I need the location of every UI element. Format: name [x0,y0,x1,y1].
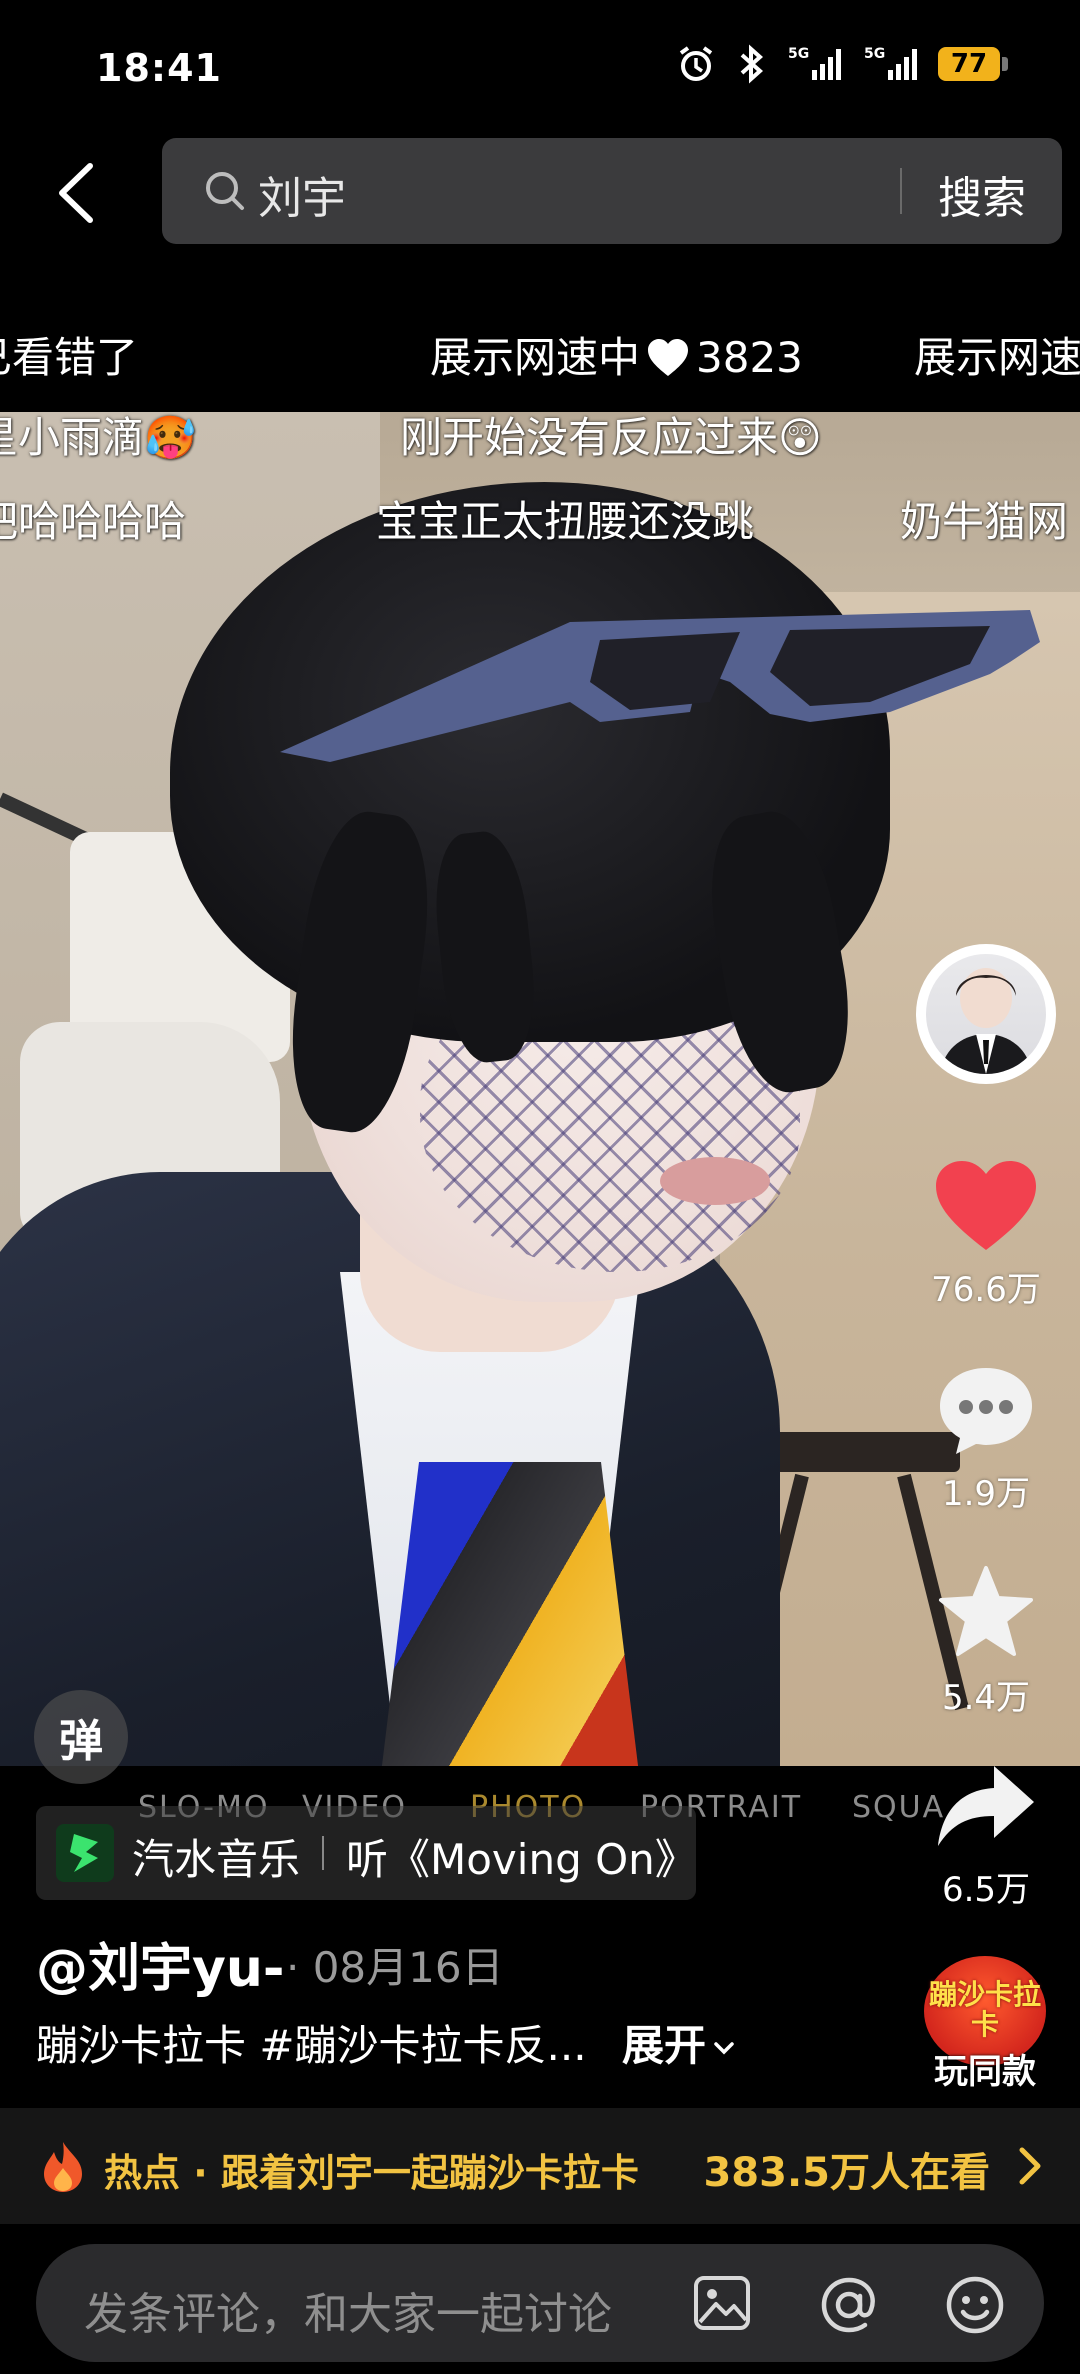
search-icon [206,172,244,210]
author-avatar[interactable] [916,944,1056,1084]
avatar-portrait [940,968,1032,1074]
video-person-tie [380,1462,640,1766]
chevron-right-icon [1019,2147,1041,2185]
flame-icon [44,2142,82,2192]
comment-bubble-icon [940,1368,1032,1454]
comment-bar[interactable]: 发条评论，和大家一起讨论 [36,2244,1044,2362]
comment-count: 1.9万 [941,1474,1031,1514]
like-count: 76.6万 [931,1270,1041,1310]
danmaku-layer: 星小雨滴🥵 刚开始没有反应过来😲 吧哈哈哈哈 宝宝正太扭腰还没跳 奶牛猫网 [0,412,1080,572]
author-name[interactable]: @刘宇yu- [36,1926,285,2001]
danmaku-comment: 刚开始没有反应过来😲 [400,413,822,462]
video-person-lips [660,1157,770,1205]
danmaku-comment-text: 展示网速中 [430,333,641,382]
status-bar: 18:41 5G 5G 77 [0,0,1080,130]
share-button[interactable]: 6.5万 [916,1762,1056,1911]
share-count: 6.5万 [941,1870,1031,1910]
danmaku-comment: 展示网速中 3823 [430,324,803,385]
expand-caption-button[interactable]: 展开 [622,2012,738,2073]
danmaku-comment: 展示网速 [914,333,1080,382]
back-button[interactable] [50,158,106,228]
image-icon[interactable] [692,2274,752,2332]
hot-viewer-count: 383.5万人在看 [703,2150,990,2196]
heart-icon [936,1161,1036,1250]
video-player[interactable]: 星小雨滴🥵 刚开始没有反应过来😲 吧哈哈哈哈 宝宝正太扭腰还没跳 奶牛猫网 [0,412,1080,1766]
danmaku-top-row: 已看错了 展示网速中 3823 展示网速 [0,312,1080,392]
danmaku-toggle-button[interactable]: 弹 [34,1690,128,1784]
search-divider [900,168,902,214]
danmaku-comment: 星小雨滴🥵 [0,413,197,462]
star-icon [939,1566,1033,1656]
music-song-title: 听《Moving On》 [346,1835,697,1884]
share-arrow-icon [938,1766,1034,1846]
signal-5g-icon: 5G [788,46,841,80]
post-date: · 08月16日 [286,1943,504,1992]
emoji-icon[interactable] [944,2274,1006,2336]
same-style-button[interactable]: 蹦沙卡拉卡 玩同款 [920,1952,1050,2092]
sunglasses-graphic [280,610,1040,762]
svg-text:5G: 5G [864,46,885,62]
hot-topic-banner[interactable]: 热点 · 跟着刘宇一起蹦沙卡拉卡 383.5万人在看 [0,2108,1080,2224]
like-button[interactable]: 76.6万 [916,1160,1056,1311]
favorite-count: 5.4万 [941,1678,1031,1718]
status-time: 18:41 [96,46,222,90]
search-input[interactable]: 刘宇 [258,162,346,226]
danmaku-like-count: 3823 [696,333,803,382]
music-pill[interactable]: 汽水音乐 听《Moving On》 [36,1806,697,1900]
effect-logo-text: 蹦沙卡拉卡 [928,1978,1041,2041]
danmaku-comment: 吧哈哈哈哈 [0,497,187,546]
favorite-button[interactable]: 5.4万 [916,1564,1056,1719]
expand-label: 展开 [622,2021,707,2070]
music-app-name: 汽水音乐 [132,1835,301,1884]
search-button[interactable]: 搜索 [938,162,1026,226]
svg-text:5G: 5G [788,46,809,62]
comment-input[interactable]: 发条评论，和大家一起讨论 [84,2278,612,2342]
battery-icon: 77 [938,47,1008,81]
heart-icon [648,339,689,376]
chevron-left-icon [59,163,93,223]
bluetooth-icon [740,44,764,84]
signal-5g-icon-2: 5G [864,46,917,80]
hot-topic-text: 热点 · 跟着刘宇一起蹦沙卡拉卡 [104,2151,639,2195]
danmaku-comment: 奶牛猫网 [900,497,1069,546]
danmaku-comment: 已看错了 [0,333,139,382]
avatar-image [926,954,1046,1074]
post-caption: 蹦沙卡拉卡 #蹦沙卡拉卡反... [36,2021,587,2070]
music-separator [322,1836,324,1870]
chevron-down-icon [714,2042,734,2055]
alarm-icon [679,46,713,81]
search-bar[interactable]: 刘宇 搜索 [162,138,1062,244]
same-style-label: 玩同款 [934,2052,1036,2092]
danmaku-comment: 宝宝正太扭腰还没跳 [376,497,755,546]
mention-at-icon[interactable] [818,2274,880,2336]
comment-button[interactable]: 1.9万 [916,1364,1056,1515]
status-icons: 5G 5G 77 [676,44,1008,84]
music-app-icon [56,1824,114,1882]
qishui-logo-icon [70,1834,98,1872]
